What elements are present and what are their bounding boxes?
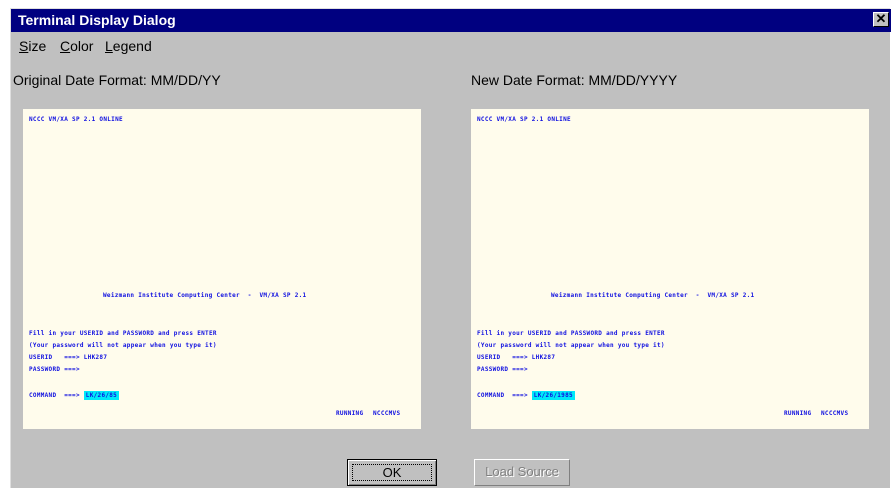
close-button[interactable]: ✕ bbox=[873, 12, 889, 27]
date-field-highlight: LK/26/1985 bbox=[531, 391, 575, 400]
terminal-header: NCCC VM/XA SP 2.1 ONLINE bbox=[477, 116, 571, 123]
terminal-userid-line: USERID ===> LHK287 bbox=[29, 354, 108, 361]
status-host: NCCCMVS bbox=[373, 410, 401, 417]
terminal-password-line: PASSWORD ===> bbox=[477, 366, 528, 373]
terminal-fill-line: Fill in your USERID and PASSWORD and pre… bbox=[29, 330, 217, 337]
menu-size[interactable]: Size bbox=[19, 38, 46, 54]
menu-bar: Size Color Legend bbox=[11, 35, 891, 55]
menu-color[interactable]: Color bbox=[60, 38, 93, 54]
ok-button[interactable]: OK bbox=[347, 459, 437, 486]
terminal-note-line: (Your password will not appear when you … bbox=[29, 342, 217, 349]
load-source-button[interactable]: Load Source bbox=[474, 459, 570, 486]
terminal-command-line: COMMAND ===> LK/26/85 bbox=[29, 391, 120, 400]
terminal-note-line: (Your password will not appear when you … bbox=[477, 342, 665, 349]
terminal-password-line: PASSWORD ===> bbox=[29, 366, 80, 373]
terminal-center-line: Weizmann Institute Computing Center - VM… bbox=[103, 292, 307, 299]
menu-legend[interactable]: Legend bbox=[105, 38, 152, 54]
status-running: RUNNING bbox=[336, 410, 364, 417]
load-source-label: Load Source bbox=[485, 464, 559, 479]
terminal-command-line: COMMAND ===> LK/26/1985 bbox=[477, 391, 575, 400]
original-format-label: Original Date Format: MM/DD/YY bbox=[13, 72, 221, 88]
terminal-userid-line: USERID ===> LHK287 bbox=[477, 354, 556, 361]
status-running: RUNNING bbox=[784, 410, 812, 417]
terminal-new: NCCC VM/XA SP 2.1 ONLINE Weizmann Instit… bbox=[471, 109, 869, 429]
ok-button-label: OK bbox=[352, 464, 432, 481]
terminal-center-line: Weizmann Institute Computing Center - VM… bbox=[551, 292, 755, 299]
date-field-highlight: LK/26/85 bbox=[83, 391, 120, 400]
dialog-window: Terminal Display Dialog ✕ Size Color Leg… bbox=[10, 8, 891, 488]
window-title: Terminal Display Dialog bbox=[18, 12, 176, 28]
terminal-original: NCCC VM/XA SP 2.1 ONLINE Weizmann Instit… bbox=[23, 109, 421, 429]
title-bar[interactable]: Terminal Display Dialog ✕ bbox=[11, 9, 891, 32]
close-icon: ✕ bbox=[875, 11, 887, 26]
new-format-label: New Date Format: MM/DD/YYYY bbox=[471, 72, 678, 88]
terminal-fill-line: Fill in your USERID and PASSWORD and pre… bbox=[477, 330, 665, 337]
status-host: NCCCMVS bbox=[821, 410, 849, 417]
terminal-header: NCCC VM/XA SP 2.1 ONLINE bbox=[29, 116, 123, 123]
